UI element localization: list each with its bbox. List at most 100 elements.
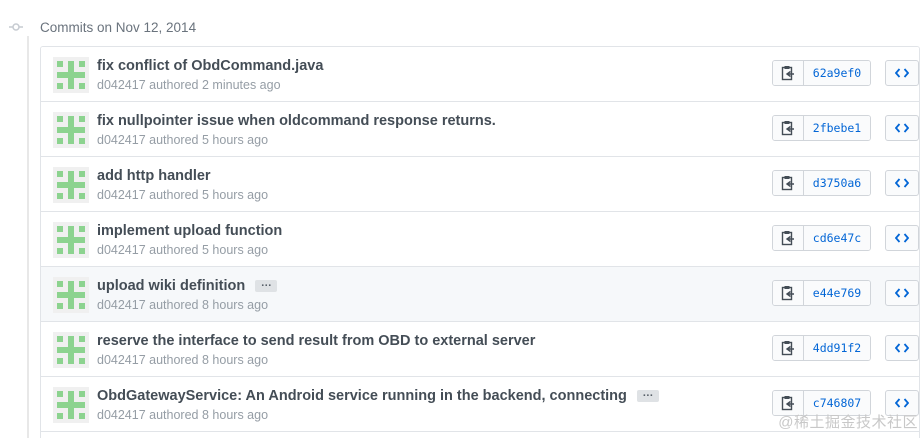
clippy-icon	[781, 175, 795, 191]
commit-author[interactable]: d042417	[97, 243, 146, 257]
commit-title[interactable]: fix nullpointer issue when oldcommand re…	[97, 113, 496, 129]
authored-label: authored	[149, 243, 199, 257]
code-icon	[895, 398, 909, 408]
commit-time: 8 hours ago	[202, 353, 269, 367]
clippy-icon	[781, 65, 795, 81]
copy-sha-button[interactable]	[773, 171, 804, 195]
browse-repo-button[interactable]	[885, 335, 919, 361]
copy-sha-button[interactable]	[773, 61, 804, 85]
commit-row: add http handler d042417 authored 5 hour…	[41, 157, 919, 212]
commit-group-header: Commits on Nov 12, 2014	[0, 14, 924, 40]
clippy-icon	[781, 120, 795, 136]
commit-message-line: upload wiki definition …	[97, 277, 278, 295]
browse-repo-button[interactable]	[885, 60, 919, 86]
commit-row: upload wiki definition … d042417 authore…	[41, 267, 919, 322]
commit-title[interactable]: fix conflict of ObdCommand.java	[97, 58, 323, 74]
commit-time: 5 hours ago	[202, 188, 269, 202]
authored-label: authored	[149, 353, 199, 367]
commit-time: 2 minutes ago	[202, 78, 281, 92]
commit-message-line: implement upload function	[97, 222, 282, 240]
code-icon	[895, 178, 909, 188]
commit-time: 5 hours ago	[202, 133, 269, 147]
expand-message-button[interactable]: …	[636, 388, 659, 402]
sha-button-group: 2fbebe1	[772, 115, 871, 141]
commit-list: fix conflict of ObdCommand.java d042417 …	[40, 46, 920, 438]
commit-row: implement upload function d042417 author…	[41, 212, 919, 267]
clippy-icon	[781, 230, 795, 246]
avatar[interactable]	[53, 222, 89, 258]
commit-sha-link[interactable]: 4dd91f2	[804, 336, 870, 360]
commit-title[interactable]: add http handler	[97, 168, 211, 184]
commit-meta: d042417 authored 5 hours ago	[97, 188, 268, 202]
commit-sha-link[interactable]: e44e769	[804, 281, 870, 305]
commit-row: fix nullpointer issue when oldcommand re…	[41, 102, 919, 157]
commit-sha-link[interactable]: cd6e47c	[804, 226, 870, 250]
sha-button-group: e44e769	[772, 280, 871, 306]
commit-meta: d042417 authored 5 hours ago	[97, 133, 268, 147]
avatar[interactable]	[53, 332, 89, 368]
commit-group-title: Commits on Nov 12, 2014	[40, 19, 197, 35]
code-icon	[895, 123, 909, 133]
commit-author[interactable]: d042417	[97, 298, 146, 312]
clippy-icon	[781, 285, 795, 301]
commit-row: reserve the interface to send result fro…	[41, 322, 919, 377]
commit-row: fix conflict of ObdCommand.java d042417 …	[41, 47, 919, 102]
watermark: @稀土掘金技术社区	[778, 414, 918, 431]
commit-meta: d042417 authored 8 hours ago	[97, 353, 268, 367]
sha-button-group: 62a9ef0	[772, 60, 871, 86]
authored-label: authored	[149, 298, 199, 312]
copy-sha-button[interactable]	[773, 226, 804, 250]
copy-sha-button[interactable]	[773, 336, 804, 360]
browse-repo-button[interactable]	[885, 280, 919, 306]
commit-meta: d042417 authored 5 hours ago	[97, 243, 268, 257]
commit-author[interactable]: d042417	[97, 353, 146, 367]
commit-author[interactable]: d042417	[97, 188, 146, 202]
timeline-line	[27, 36, 29, 438]
commit-time: 5 hours ago	[202, 243, 269, 257]
avatar[interactable]	[53, 57, 89, 93]
authored-label: authored	[149, 408, 199, 422]
avatar[interactable]	[53, 387, 89, 423]
browse-repo-button[interactable]	[885, 170, 919, 196]
commit-title[interactable]: implement upload function	[97, 223, 282, 239]
clippy-icon	[781, 340, 795, 356]
avatar[interactable]	[53, 112, 89, 148]
commit-message-line: add http handler	[97, 167, 211, 185]
clippy-icon	[781, 395, 795, 411]
sha-button-group: cd6e47c	[772, 225, 871, 251]
copy-sha-button[interactable]	[773, 281, 804, 305]
avatar[interactable]	[53, 277, 89, 313]
commit-author[interactable]: d042417	[97, 133, 146, 147]
commit-sha-link[interactable]: d3750a6	[804, 171, 870, 195]
commit-meta: d042417 authored 8 hours ago	[97, 408, 268, 422]
code-icon	[895, 288, 909, 298]
commit-title[interactable]: upload wiki definition	[97, 278, 245, 294]
git-commit-icon	[2, 14, 30, 40]
commit-message-line: fix nullpointer issue when oldcommand re…	[97, 112, 496, 130]
commit-sha-link[interactable]: 2fbebe1	[804, 116, 870, 140]
commit-title[interactable]: ObdGatewayService: An Android service ru…	[97, 388, 627, 404]
sha-button-group: d3750a6	[772, 170, 871, 196]
authored-label: authored	[149, 78, 199, 92]
commit-author[interactable]: d042417	[97, 408, 146, 422]
commit-message-line: ObdGatewayService: An Android service ru…	[97, 387, 659, 405]
copy-sha-button[interactable]	[773, 116, 804, 140]
commit-sha-link[interactable]: 62a9ef0	[804, 61, 870, 85]
code-icon	[895, 343, 909, 353]
sha-button-group: 4dd91f2	[772, 335, 871, 361]
avatar[interactable]	[53, 167, 89, 203]
commit-message-line: fix conflict of ObdCommand.java	[97, 57, 323, 75]
browse-repo-button[interactable]	[885, 225, 919, 251]
commit-time: 8 hours ago	[202, 298, 269, 312]
code-icon	[895, 233, 909, 243]
commit-meta: d042417 authored 8 hours ago	[97, 298, 268, 312]
authored-label: authored	[149, 188, 199, 202]
expand-message-button[interactable]: …	[255, 278, 278, 292]
commit-time: 8 hours ago	[202, 408, 269, 422]
commit-message-line: reserve the interface to send result fro…	[97, 332, 535, 350]
browse-repo-button[interactable]	[885, 115, 919, 141]
commit-title[interactable]: reserve the interface to send result fro…	[97, 333, 535, 349]
commit-author[interactable]: d042417	[97, 78, 146, 92]
commit-meta: d042417 authored 2 minutes ago	[97, 78, 281, 92]
code-icon	[895, 68, 909, 78]
